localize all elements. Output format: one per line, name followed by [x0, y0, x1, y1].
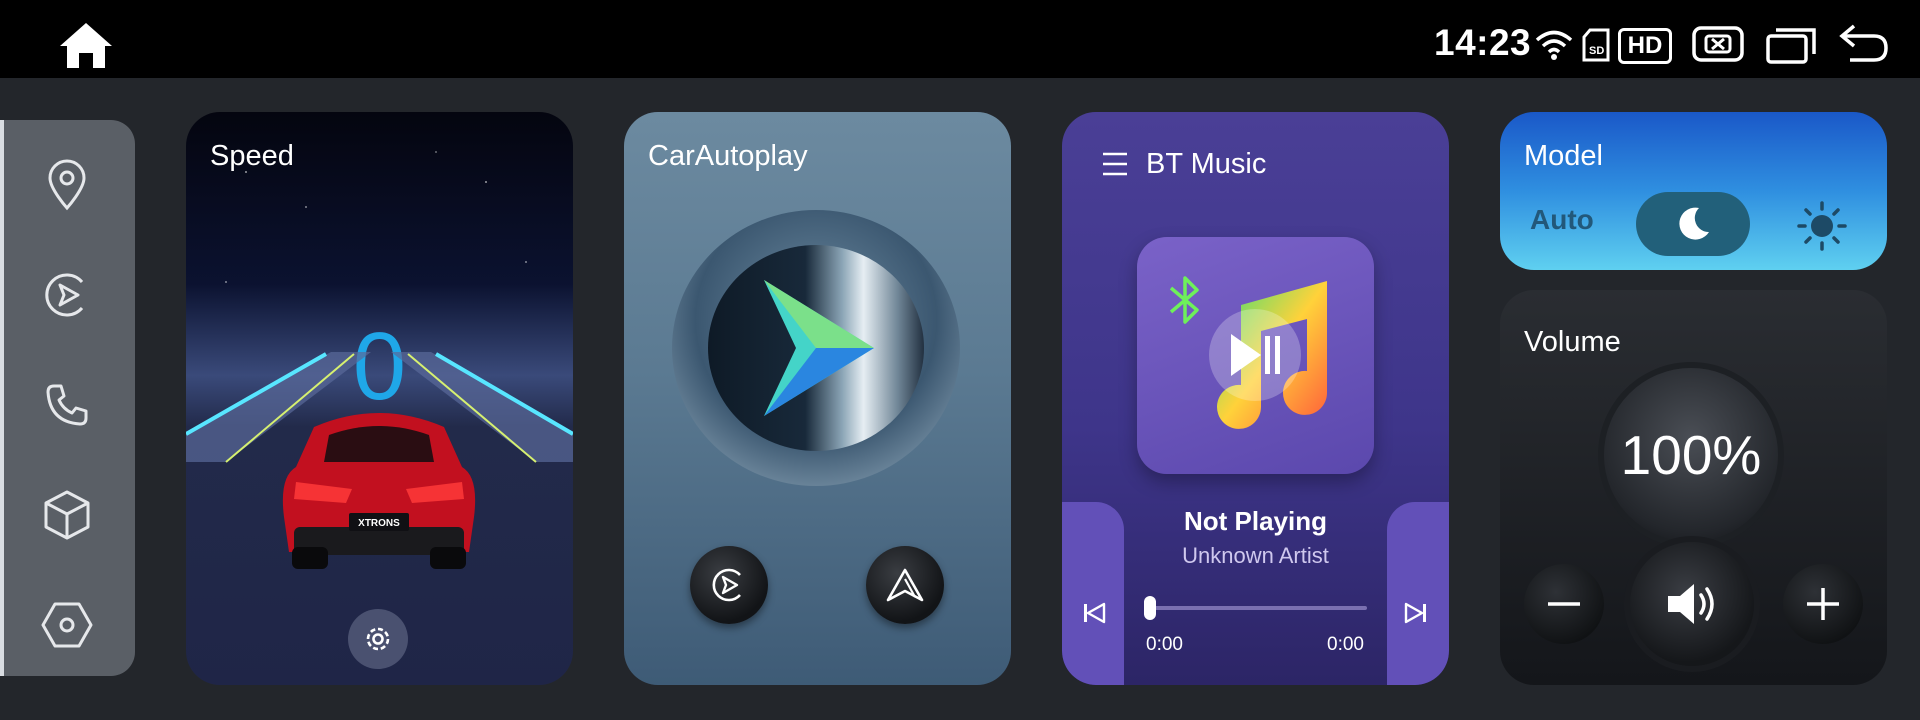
right-wing — [1387, 502, 1449, 685]
progress-thumb[interactable] — [1144, 596, 1156, 620]
speaker-icon — [1668, 584, 1714, 624]
brand-plate: XTRONS — [358, 518, 400, 529]
carplay-icon — [712, 568, 741, 602]
mute-button[interactable] — [1630, 542, 1754, 666]
speed-card[interactable]: Speed 0 XTRONS — [186, 112, 573, 685]
android-auto-button[interactable] — [866, 546, 944, 624]
moon-icon — [1679, 207, 1709, 240]
status-bar: 14:23 SD HD — [0, 0, 1920, 78]
carautoplay-card-title: CarAutoplay — [648, 140, 808, 172]
gear-icon — [366, 627, 390, 651]
plus-icon — [1807, 588, 1839, 620]
carautoplay-launch-button[interactable] — [672, 210, 960, 486]
left-wing — [1062, 502, 1124, 685]
volume-value: 100% — [1620, 424, 1762, 486]
carplay-button[interactable] — [690, 546, 768, 624]
sidebar-item-navigation[interactable] — [32, 150, 102, 220]
play-pause-button[interactable] — [1209, 309, 1301, 401]
carplay-icon — [45, 273, 84, 317]
carautoplay-card[interactable]: CarAutoplay — [624, 112, 1011, 685]
car-illustration: XTRONS — [282, 413, 476, 569]
sidebar-item-apps[interactable] — [32, 480, 102, 550]
hexagon-settings-icon — [41, 602, 93, 648]
model-auto-option[interactable]: Auto — [1530, 204, 1594, 236]
next-track-icon[interactable] — [1398, 595, 1434, 631]
wifi-icon — [1535, 30, 1573, 60]
bt-music-title: BT Music — [1146, 148, 1267, 180]
total-time: 0:00 — [1327, 634, 1364, 655]
road-illustration — [186, 151, 573, 463]
menu-icon[interactable] — [1100, 150, 1130, 178]
sidebar-item-settings[interactable] — [32, 590, 102, 660]
play-pause-icon — [1231, 334, 1280, 376]
night-mode-toggle[interactable] — [1636, 192, 1750, 256]
bt-music-card[interactable]: BT Music Not Playing Unknown Artist 0:00… — [1062, 112, 1449, 685]
volume-up-button[interactable] — [1783, 564, 1863, 644]
location-pin-icon — [48, 159, 86, 211]
minus-icon — [1548, 602, 1580, 606]
carautoplay-logo-disc — [708, 245, 924, 451]
recent-apps-icon[interactable] — [1766, 26, 1816, 64]
sd-card-icon: SD — [1582, 28, 1610, 62]
speed-settings-button[interactable] — [348, 609, 408, 669]
volume-knob[interactable]: 100% — [1604, 368, 1778, 542]
android-auto-icon — [886, 568, 924, 602]
volume-card-title: Volume — [1524, 326, 1621, 358]
close-box-icon[interactable] — [1692, 26, 1744, 62]
phone-icon — [46, 384, 88, 426]
volume-down-button[interactable] — [1524, 564, 1604, 644]
clock: 14:23 — [1434, 22, 1532, 63]
progress-bar[interactable] — [1145, 606, 1367, 610]
sidebar-item-carplay[interactable] — [32, 260, 102, 330]
svg-text:SD: SD — [1589, 45, 1604, 57]
back-icon[interactable] — [1838, 22, 1890, 64]
model-card: Model Auto — [1500, 112, 1887, 270]
current-time: 0:00 — [1146, 634, 1183, 655]
sidebar-item-phone[interactable] — [32, 370, 102, 440]
home-icon — [60, 23, 112, 68]
model-card-title: Model — [1524, 140, 1603, 172]
carautoplay-logo-icon — [764, 280, 874, 416]
hd-badge: HD — [1618, 28, 1672, 64]
sun-icon[interactable] — [1796, 200, 1848, 252]
cube-icon — [44, 490, 90, 540]
sidebar — [0, 120, 135, 676]
previous-track-icon[interactable] — [1076, 595, 1112, 631]
volume-card: Volume 100% — [1500, 290, 1887, 685]
home-button[interactable] — [58, 20, 114, 70]
